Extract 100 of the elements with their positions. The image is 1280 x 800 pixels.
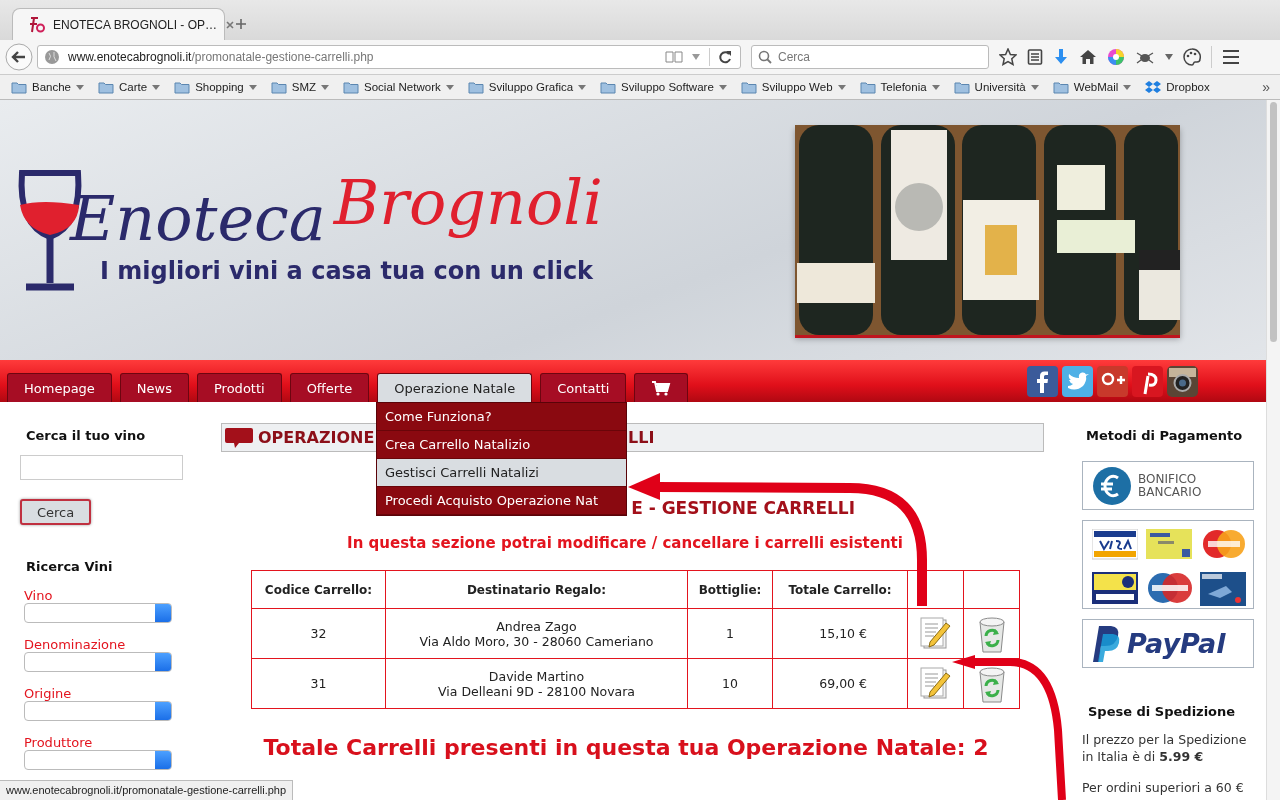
menu-item[interactable]: Procedi Acquisto Operazione Nat xyxy=(377,487,626,515)
favicon-icon xyxy=(29,16,45,33)
folder-icon xyxy=(1052,80,1069,94)
menu-icon[interactable] xyxy=(1222,49,1240,65)
tab-title: ENOTECA BROGNOLI - OP… xyxy=(53,17,218,32)
logo-text: Brognoli xyxy=(333,166,603,239)
page-title: E - GESTIONE CARRELLI xyxy=(631,498,855,518)
palette-icon[interactable] xyxy=(1183,48,1201,66)
bookmark-item[interactable]: Sviluppo Grafica xyxy=(467,80,587,94)
section-title: Spese di Spedizione xyxy=(1087,704,1237,719)
status-bar-url: www.enotecabrognoli.it/promonatale-gestione-carrelli.php xyxy=(0,780,294,800)
table-cell: 69,00 € xyxy=(772,658,908,709)
filter-label: Vino xyxy=(24,588,54,603)
column-header: Bottiglie: xyxy=(687,570,773,609)
logo-text: Enoteca xyxy=(70,182,326,255)
bank-label: BONIFICO xyxy=(1138,472,1198,486)
caret-icon[interactable] xyxy=(691,53,701,61)
search-button[interactable]: Cerca xyxy=(20,499,91,525)
table-cell: 32 xyxy=(251,608,386,659)
recipient-name: Andrea Zago xyxy=(495,618,578,634)
speech-bubble-icon xyxy=(224,426,254,449)
column-header: Destinatario Regalo: xyxy=(385,570,688,609)
folder-icon xyxy=(600,80,617,94)
overflow-chevron[interactable]: » xyxy=(1262,79,1280,95)
section-title: Ricerca Vini xyxy=(25,559,114,574)
close-icon[interactable] xyxy=(225,19,236,30)
list-icon[interactable] xyxy=(1027,48,1043,66)
column-header: Totale Carrello: xyxy=(772,570,908,609)
recipient-address: Via Delleani 9D - 28100 Novara xyxy=(437,683,636,699)
folder-icon xyxy=(174,80,191,94)
section-title: Metodi di Pagamento xyxy=(1085,428,1244,443)
bookmark-item[interactable]: Telefonia xyxy=(859,80,940,94)
scrollbar-thumb[interactable] xyxy=(1270,102,1277,342)
new-tab-icon[interactable] xyxy=(235,18,247,30)
color-wheel-icon[interactable] xyxy=(1107,48,1125,66)
reload-icon[interactable] xyxy=(718,50,732,64)
column-header: Codice Carrello: xyxy=(251,570,386,609)
reader-icon[interactable] xyxy=(665,50,683,64)
nav-tab[interactable]: Prodotti xyxy=(197,373,282,402)
recipient-address: Via Aldo Moro, 30 - 28060 Cameriano xyxy=(418,633,655,649)
scrollbar[interactable] xyxy=(1266,100,1280,800)
home-icon[interactable] xyxy=(1079,48,1097,66)
search-field[interactable]: Cerca xyxy=(751,45,989,69)
nav-tab[interactable]: News xyxy=(119,373,189,402)
table-cell: 15,10 € xyxy=(772,608,908,659)
caret-icon xyxy=(248,84,257,90)
menu-item[interactable]: Gestisci Carrelli Natalizi xyxy=(377,459,626,487)
folder-icon xyxy=(859,80,876,94)
nav-tab[interactable]: Homepage xyxy=(7,373,112,402)
bookmark-item[interactable]: Università xyxy=(953,80,1039,94)
folder-icon xyxy=(98,80,114,94)
star-icon[interactable] xyxy=(999,48,1017,66)
caret-icon xyxy=(445,84,454,90)
table-cell: 1 xyxy=(687,608,773,659)
bookmark-item[interactable]: Social Network xyxy=(343,80,454,94)
select-field[interactable] xyxy=(24,652,172,672)
bookmark-item[interactable]: Dropbox xyxy=(1145,80,1210,94)
select-field[interactable] xyxy=(24,603,172,623)
caret-icon xyxy=(321,84,330,90)
select-field[interactable] xyxy=(24,750,172,770)
social-icon[interactable] xyxy=(1062,365,1093,397)
social-icon[interactable] xyxy=(1097,365,1128,397)
address-field[interactable]: www.enotecabrognoli.it/promonatale-gestione-carrelli.php xyxy=(37,45,741,69)
euro-icon xyxy=(1092,465,1132,506)
social-icon[interactable] xyxy=(1027,365,1058,397)
caret-icon[interactable] xyxy=(1165,54,1173,60)
nav-tab[interactable]: Operazione Natale xyxy=(377,373,533,402)
search-field[interactable] xyxy=(20,455,183,480)
recipient-name: Davide Martino xyxy=(487,668,586,684)
url-text: www.enotecabrognoli.it/promonatale-gestione-carrelli.php xyxy=(68,50,374,64)
social-icon[interactable] xyxy=(1132,365,1163,397)
camera-icon[interactable] xyxy=(1167,365,1198,397)
edit-icon[interactable] xyxy=(919,666,952,701)
bookmark-item[interactable]: Sviluppo Software xyxy=(600,80,727,94)
payment-card-icon xyxy=(1146,571,1192,606)
filter-label: Origine xyxy=(24,686,73,701)
globe-icon xyxy=(44,49,60,65)
table-cell: 10 xyxy=(687,658,773,709)
back-icon[interactable] xyxy=(5,43,33,71)
download-icon[interactable] xyxy=(1053,48,1069,66)
folder-icon xyxy=(343,80,360,94)
bookmark-item[interactable]: WebMail xyxy=(1052,80,1132,94)
bookmark-item[interactable]: SMZ xyxy=(270,80,330,94)
folder-icon xyxy=(467,80,484,94)
bank-label: BANCARIO xyxy=(1138,485,1202,499)
nav-tab[interactable]: Offerte xyxy=(289,373,370,402)
bookmark-item[interactable]: Shopping xyxy=(174,80,257,94)
select-field[interactable] xyxy=(24,701,172,721)
subtitle: In questa sezione potrai modificare / cancellare i carrelli esistenti xyxy=(346,534,904,552)
bookmark-item[interactable]: Sviluppo Web xyxy=(740,80,846,94)
caret-icon xyxy=(76,84,84,90)
nav-tab[interactable] xyxy=(634,373,689,402)
payment-card-icon xyxy=(1092,529,1138,563)
menu-item[interactable]: Come Funziona? xyxy=(377,403,626,431)
nav-tab[interactable]: Contatti xyxy=(540,373,627,402)
paypal-label: PayPal xyxy=(1127,628,1226,659)
payment-card-icon xyxy=(1200,571,1246,606)
edit-icon[interactable] xyxy=(919,616,952,651)
bookmark-item[interactable]: Carte xyxy=(98,80,161,94)
bookmark-item[interactable]: Banche xyxy=(11,80,84,94)
